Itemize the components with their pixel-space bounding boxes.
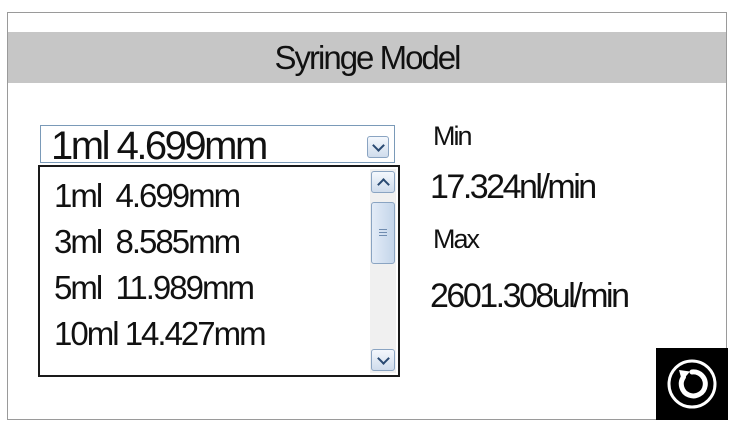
scroll-down-button[interactable] xyxy=(371,349,395,371)
chevron-up-icon xyxy=(376,177,390,191)
chevron-down-icon xyxy=(376,351,390,365)
scroll-thumb[interactable] xyxy=(371,202,395,264)
page-title: Syringe Model xyxy=(274,38,462,76)
max-value: 2601.308ul/min xyxy=(430,277,630,315)
title-bar: Syringe Model xyxy=(8,32,726,83)
grip-line xyxy=(379,235,387,236)
list-scrollbar[interactable] xyxy=(370,169,396,373)
dropdown-button[interactable] xyxy=(367,136,389,158)
max-label: Max xyxy=(433,224,480,254)
list-item[interactable]: 1ml 4.699mm xyxy=(54,177,241,215)
scroll-up-button[interactable] xyxy=(371,171,395,193)
min-value: 17.324nl/min xyxy=(430,168,597,206)
syringe-options-list: 1ml 4.699mm 3ml 8.585mm 5ml 11.989mm 10m… xyxy=(38,165,400,377)
list-item[interactable]: 3ml 8.585mm xyxy=(54,223,241,261)
list-item[interactable]: 10ml 14.427mm xyxy=(54,315,267,353)
syringe-model-select[interactable]: 1ml 4.699mm xyxy=(40,124,395,168)
min-label: Min xyxy=(433,121,472,151)
grip-line xyxy=(379,229,387,230)
screen: Syringe Model 1ml 4.699mm 1ml 4.699mm 3m… xyxy=(7,12,728,420)
list-item[interactable]: 5ml 11.989mm xyxy=(54,269,255,307)
grip-line xyxy=(379,232,387,233)
return-icon xyxy=(667,359,717,409)
selected-syringe: 1ml 4.699mm xyxy=(51,124,268,168)
back-button[interactable] xyxy=(656,348,728,420)
chevron-down-icon xyxy=(371,138,385,152)
